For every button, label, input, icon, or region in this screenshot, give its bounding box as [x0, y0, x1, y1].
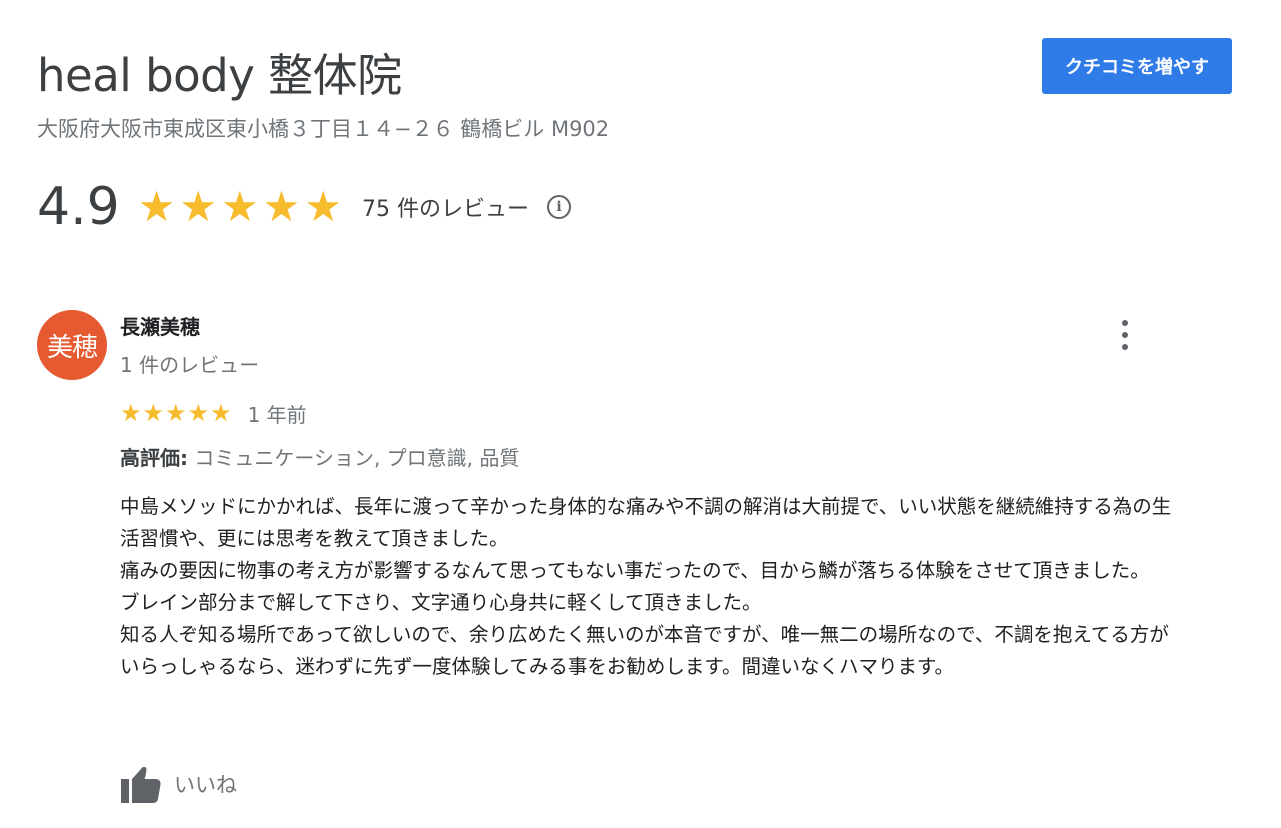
more-vert-icon[interactable]	[1110, 318, 1140, 352]
thumbs-up-icon	[121, 766, 161, 803]
info-icon[interactable]: i	[546, 195, 571, 219]
rating-stars: ★ ★ ★ ★ ★	[138, 186, 342, 228]
star-icon: ★	[120, 399, 142, 427]
star-icon: ★	[142, 399, 165, 427]
more-dot	[1122, 332, 1128, 338]
business-name: heal body 整体院	[37, 49, 402, 102]
star-icon: ★	[179, 182, 218, 231]
review-stars: ★ ★ ★ ★ ★	[120, 401, 232, 425]
more-dot	[1122, 320, 1128, 326]
highlights-value: コミュニケーション, プロ意識, 品質	[188, 446, 520, 470]
review-text: 中島メソッドにかかれば、長年に渡って辛かった身体的な痛みや不調の解消は大前提で、…	[120, 495, 1172, 678]
star-icon: ★	[210, 399, 232, 427]
business-address: 大阪府大阪市東成区東小橋３丁目１４−２６ 鶴橋ビル M902	[37, 117, 610, 141]
more-dot	[1122, 344, 1128, 350]
review-count[interactable]: 75 件のレビュー	[362, 191, 529, 223]
review-time: 1 年前	[247, 402, 307, 427]
star-icon: ★	[304, 182, 342, 231]
rating-summary: 4.9 ★ ★ ★ ★ ★ 75 件のレビュー i	[37, 175, 571, 239]
star-icon: ★	[165, 399, 187, 427]
reviewer-name[interactable]: 長瀬美穂	[120, 312, 200, 342]
star-icon: ★	[137, 182, 176, 231]
avatar[interactable]: 美穂	[37, 310, 107, 380]
star-icon: ★	[221, 182, 259, 231]
like-button[interactable]: いいね	[120, 764, 237, 804]
star-icon: ★	[187, 399, 210, 427]
star-icon: ★	[262, 182, 301, 231]
review-rating: ★ ★ ★ ★ ★ 1 年前	[120, 398, 307, 428]
review-highlights: 高評価: コミュニケーション, プロ意識, 品質	[120, 443, 519, 473]
add-review-button[interactable]: クチコミを増やす	[1042, 38, 1232, 94]
rating-value: 4.9	[37, 177, 120, 237]
like-label: いいね	[174, 773, 237, 797]
reviewer-review-count: 1 件のレビュー	[120, 353, 260, 377]
highlights-label: 高評価:	[120, 446, 188, 470]
